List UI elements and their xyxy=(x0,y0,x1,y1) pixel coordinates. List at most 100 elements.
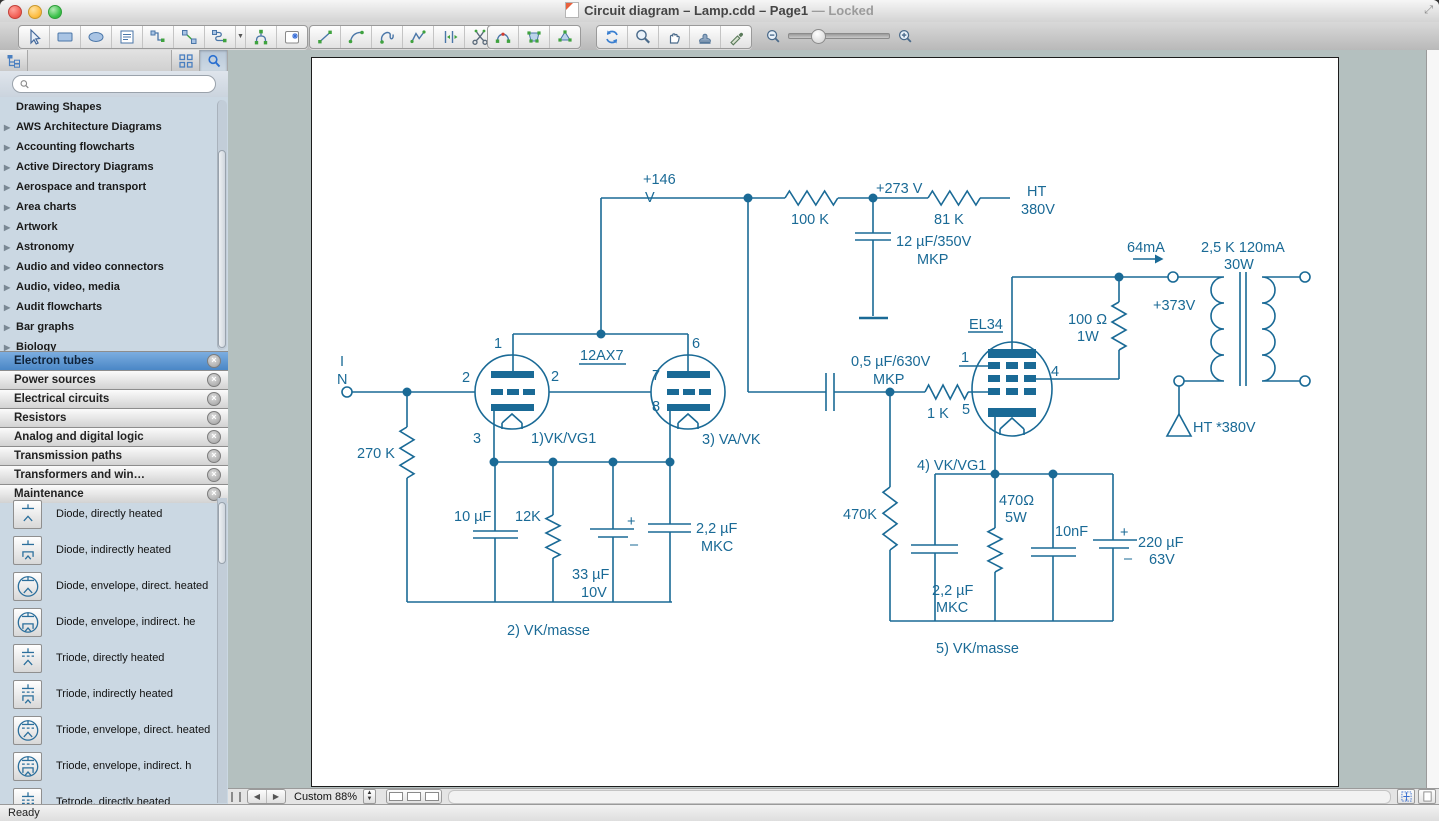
library-list-item[interactable]: ▶ Audio and video connectors xyxy=(0,257,228,277)
rotate-tool-button[interactable] xyxy=(597,26,628,48)
shape-list-scrollbar[interactable] xyxy=(217,498,227,803)
close-library-icon[interactable]: × xyxy=(207,373,221,387)
expand-arrow-icon[interactable]: ▶ xyxy=(4,143,16,152)
expand-arrow-icon[interactable]: ▶ xyxy=(4,163,16,172)
drawing-canvas[interactable]: I N 270 K 1 2 2 3 12AX7 6 7 8 1)VK/VG1 3… xyxy=(228,50,1439,788)
line-tool-button[interactable] xyxy=(310,26,341,48)
library-list-item[interactable]: ▶ Accounting flowcharts xyxy=(0,137,228,157)
open-library-bar[interactable]: Analog and digital logic × xyxy=(0,427,228,446)
title-bar[interactable]: Circuit diagram – Lamp.cdd – Page1 — Loc… xyxy=(0,0,1439,23)
shape-list-item[interactable]: Triode, envelope, direct. heated xyxy=(0,712,228,748)
expand-arrow-icon[interactable]: ▶ xyxy=(4,323,16,332)
ellipse-tool-button[interactable] xyxy=(81,26,112,48)
elbow-connector-button[interactable] xyxy=(143,26,174,48)
connector-dropdown-arrow[interactable]: ▼ xyxy=(236,26,246,48)
text-tool-button[interactable] xyxy=(112,26,143,48)
expand-arrow-icon[interactable]: ▶ xyxy=(4,283,16,292)
smart-connector-button[interactable] xyxy=(205,26,236,48)
expand-arrow-icon[interactable]: ▶ xyxy=(4,183,16,192)
zoom-in-icon[interactable] xyxy=(896,27,914,45)
shape-list-item[interactable]: Triode, indirectly heated xyxy=(0,676,228,712)
library-list-item[interactable]: ▶ Artwork xyxy=(0,217,228,237)
close-library-icon[interactable]: × xyxy=(207,449,221,463)
library-list-item[interactable]: ▶ Bar graphs xyxy=(0,317,228,337)
view-mode-2-button[interactable] xyxy=(407,792,421,801)
shape-list-item[interactable]: Tetrode, directly heated xyxy=(0,784,228,804)
view-mode-3-button[interactable] xyxy=(425,792,439,801)
shape-list-item[interactable]: Diode, envelope, indirect. he xyxy=(0,604,228,640)
prev-page-button[interactable]: ◀ xyxy=(248,790,267,803)
tree-connector-button[interactable] xyxy=(246,26,277,48)
close-library-icon[interactable]: × xyxy=(207,430,221,444)
library-list-item[interactable]: ▶ AWS Architecture Diagrams xyxy=(0,117,228,137)
library-list-item[interactable]: ▶ Aerospace and transport xyxy=(0,177,228,197)
library-search-input[interactable] xyxy=(30,76,215,92)
next-page-button[interactable]: ▶ xyxy=(267,790,285,803)
view-mode-1-button[interactable] xyxy=(389,792,403,801)
library-list-item[interactable]: ▶ Audit flowcharts xyxy=(0,297,228,317)
open-library-bar[interactable]: Electron tubes × xyxy=(0,351,228,370)
open-library-bar[interactable]: Transmission paths × xyxy=(0,446,228,465)
expand-arrow-icon[interactable]: ▶ xyxy=(4,303,16,312)
expand-arrow-icon[interactable]: ▶ xyxy=(4,243,16,252)
library-list-item[interactable]: ▶ Area charts xyxy=(0,197,228,217)
open-library-bar[interactable]: Transformers and win… × xyxy=(0,465,228,484)
grid-view-button[interactable] xyxy=(172,50,200,71)
actual-size-button[interactable] xyxy=(1418,789,1436,804)
shape-scrollbar-thumb[interactable] xyxy=(218,502,226,564)
library-list-item[interactable]: ▶ Astronomy xyxy=(0,237,228,257)
library-list-scrollbar[interactable] xyxy=(217,100,227,350)
move-vertices-button[interactable] xyxy=(550,26,580,48)
open-library-bar[interactable]: Resistors × xyxy=(0,408,228,427)
zoom-stepper[interactable]: ▲▼ xyxy=(363,789,376,804)
library-list-item[interactable]: ▶ Drawing Shapes xyxy=(0,97,228,117)
shape-list-item[interactable]: Triode, envelope, indirect. h xyxy=(0,748,228,784)
rectangle-tool-button[interactable] xyxy=(50,26,81,48)
expand-arrow-icon[interactable]: ▶ xyxy=(4,223,16,232)
library-list-item[interactable]: ▶ Audio, video, media xyxy=(0,277,228,297)
close-library-icon[interactable]: × xyxy=(207,468,221,482)
circuit-drawing[interactable]: I N 270 K 1 2 2 3 12AX7 6 7 8 1)VK/VG1 3… xyxy=(228,50,1439,788)
output-transformer[interactable] xyxy=(1178,272,1300,386)
close-library-icon[interactable]: × xyxy=(207,392,221,406)
shape-list-item[interactable]: Diode, indirectly heated xyxy=(0,532,228,568)
open-library-bar[interactable]: Power sources × xyxy=(0,370,228,389)
fit-page-button[interactable] xyxy=(1397,789,1415,804)
zoom-tool-button[interactable] xyxy=(628,26,659,48)
zoom-out-icon[interactable] xyxy=(764,27,782,45)
library-list-item[interactable]: ▶ Biology xyxy=(0,337,228,351)
reshape-tool-button[interactable] xyxy=(488,26,519,48)
expand-arrow-icon[interactable]: ▶ xyxy=(4,343,16,352)
expand-arrow-icon[interactable]: ▶ xyxy=(4,203,16,212)
insert-shape-button[interactable] xyxy=(277,26,307,48)
zoom-slider-thumb[interactable] xyxy=(811,29,826,44)
close-library-icon[interactable]: × xyxy=(207,354,221,368)
curve-tool-button[interactable] xyxy=(372,26,403,48)
open-library-bar[interactable]: Electrical circuits × xyxy=(0,389,228,408)
direct-connector-button[interactable] xyxy=(174,26,205,48)
pick-style-button[interactable] xyxy=(721,26,751,48)
splitter-handle[interactable] xyxy=(231,792,241,802)
shape-list-item[interactable]: Diode, directly heated xyxy=(0,496,228,532)
polyline-tool-button[interactable] xyxy=(403,26,434,48)
tube-12ax7-a[interactable] xyxy=(475,355,549,429)
stamp-tool-button[interactable] xyxy=(690,26,721,48)
tube-el34[interactable] xyxy=(972,342,1052,436)
arc-tool-button[interactable] xyxy=(341,26,372,48)
pointer-tool-button[interactable] xyxy=(19,26,50,48)
close-library-icon[interactable]: × xyxy=(207,411,221,425)
pan-tool-button[interactable] xyxy=(659,26,690,48)
edit-vertices-button[interactable] xyxy=(519,26,550,48)
split-tool-button[interactable] xyxy=(434,26,465,48)
tree-view-button[interactable] xyxy=(0,50,28,71)
search-view-button[interactable] xyxy=(200,50,228,71)
shape-list-item[interactable]: Diode, envelope, direct. heated xyxy=(0,568,228,604)
expand-arrow-icon[interactable]: ▶ xyxy=(4,263,16,272)
fullscreen-icon[interactable]: ⤢ xyxy=(1424,4,1433,17)
shape-list-item[interactable]: Triode, directly heated xyxy=(0,640,228,676)
horizontal-scrollbar-track[interactable] xyxy=(448,790,1391,804)
library-scrollbar-thumb[interactable] xyxy=(218,150,226,348)
vertical-scrollbar[interactable] xyxy=(1426,50,1439,788)
zoom-slider-track[interactable] xyxy=(788,33,890,39)
expand-arrow-icon[interactable]: ▶ xyxy=(4,123,16,132)
